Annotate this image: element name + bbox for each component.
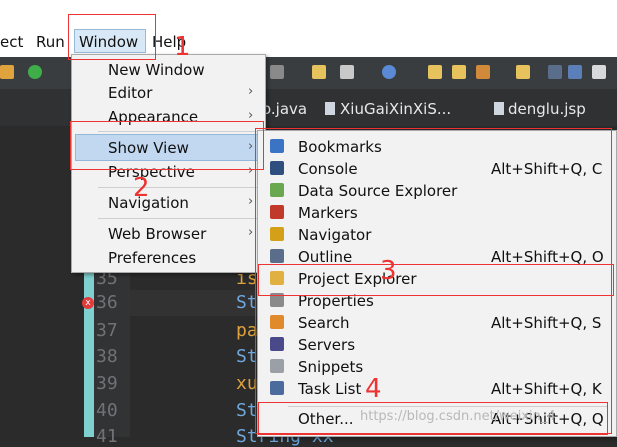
edit-icon[interactable] xyxy=(516,65,530,79)
chevron-right-icon: › xyxy=(248,84,254,99)
menu-item-editor[interactable]: Editor xyxy=(108,84,152,102)
line-number: 36 xyxy=(96,292,118,313)
menu-run[interactable]: Run xyxy=(36,33,65,51)
chevron-right-icon: › xyxy=(248,225,254,240)
menu-item-new-window[interactable]: New Window xyxy=(108,61,205,79)
tab-java[interactable]: o.java xyxy=(262,100,307,118)
tab-denglu[interactable]: denglu.jsp xyxy=(508,100,586,118)
annotation-box-window xyxy=(68,14,156,60)
tab-xiugaixinxi[interactable]: XiuGaiXinXiS... xyxy=(340,100,451,118)
class-icon[interactable] xyxy=(382,65,396,79)
new-icon[interactable] xyxy=(340,65,354,79)
line-number: 38 xyxy=(96,346,118,367)
brush-icon[interactable] xyxy=(476,65,490,79)
annotation-box-project-explorer xyxy=(258,264,614,296)
annotation-box-other xyxy=(258,402,608,435)
annotation-number: 1 xyxy=(174,32,191,62)
menu-item-preferences[interactable]: Preferences xyxy=(108,249,196,267)
menu-separator xyxy=(98,187,258,188)
file-icon xyxy=(494,102,504,115)
open-type-icon[interactable] xyxy=(312,65,326,79)
menu-item-web-browser[interactable]: Web Browser xyxy=(108,225,206,243)
line-number: 37 xyxy=(96,320,118,341)
run-icon[interactable] xyxy=(28,65,42,79)
error-icon[interactable]: x xyxy=(82,297,94,309)
pin-icon[interactable] xyxy=(548,65,562,79)
menu-project[interactable]: ect xyxy=(0,33,23,51)
refresh-icon[interactable] xyxy=(0,65,14,79)
folder-icon[interactable] xyxy=(428,65,442,79)
annotation-number: 3 xyxy=(380,256,397,286)
chevron-right-icon: › xyxy=(248,194,254,209)
folder-open-icon[interactable] xyxy=(452,65,466,79)
menu-separator xyxy=(98,218,258,219)
annotation-number: 4 xyxy=(365,374,382,404)
line-number: 39 xyxy=(96,373,118,394)
annotation-box-show-view xyxy=(70,121,264,170)
line-number: 40 xyxy=(96,400,118,421)
pen-icon[interactable] xyxy=(568,65,582,79)
toolbar-icon[interactable] xyxy=(270,65,284,79)
file-icon xyxy=(325,102,335,115)
annotation-number: 2 xyxy=(133,173,150,203)
server-icon[interactable] xyxy=(592,65,606,79)
